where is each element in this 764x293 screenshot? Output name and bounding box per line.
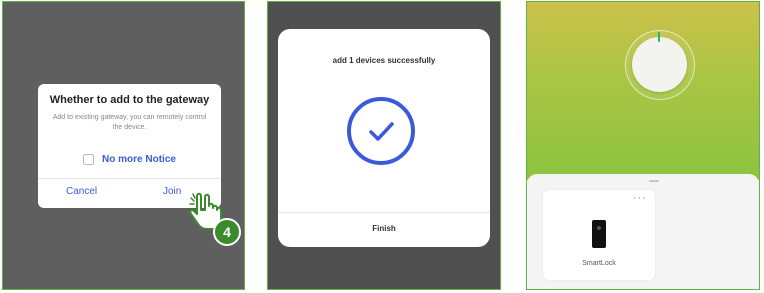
- no-more-notice-checkbox[interactable]: [83, 153, 95, 165]
- no-more-notice-row[interactable]: No more Notice: [38, 152, 221, 166]
- join-button[interactable]: Join: [163, 186, 181, 197]
- no-more-notice-label: No more Notice: [102, 153, 176, 165]
- gateway-dialog: Whether to add to the gateway Add to exi…: [38, 84, 221, 208]
- header-gradient: [527, 2, 759, 180]
- smart-lock-icon: [592, 220, 606, 248]
- device-home-screen: ··· SmartLock: [526, 1, 760, 290]
- dialog-divider: [38, 178, 221, 179]
- success-title: add 1 devices successfully: [332, 56, 436, 65]
- dialog-title: Whether to add to the gateway: [49, 94, 210, 106]
- device-card-smartlock[interactable]: ··· SmartLock: [543, 190, 655, 280]
- checkmark-circle-icon: [347, 97, 415, 165]
- unlock-dial-button[interactable]: [632, 37, 687, 92]
- finish-button[interactable]: Finish: [278, 224, 490, 233]
- more-options-icon[interactable]: ···: [633, 193, 647, 204]
- success-dialog: add 1 devices successfully Finish: [278, 29, 490, 247]
- dialog-divider: [278, 212, 490, 213]
- dialog-description: Add to existing gateway, you can remotel…: [52, 114, 207, 131]
- cancel-button[interactable]: Cancel: [66, 186, 97, 197]
- dial-indicator-icon: [658, 32, 660, 42]
- sheet-drag-handle[interactable]: [649, 180, 659, 182]
- device-name-label: SmartLock: [582, 260, 616, 267]
- gateway-prompt-screen: Whether to add to the gateway Add to exi…: [2, 1, 245, 290]
- step-number-badge: 4: [213, 218, 241, 246]
- device-sheet: ··· SmartLock: [527, 174, 759, 289]
- success-screen: add 1 devices successfully Finish: [267, 1, 501, 290]
